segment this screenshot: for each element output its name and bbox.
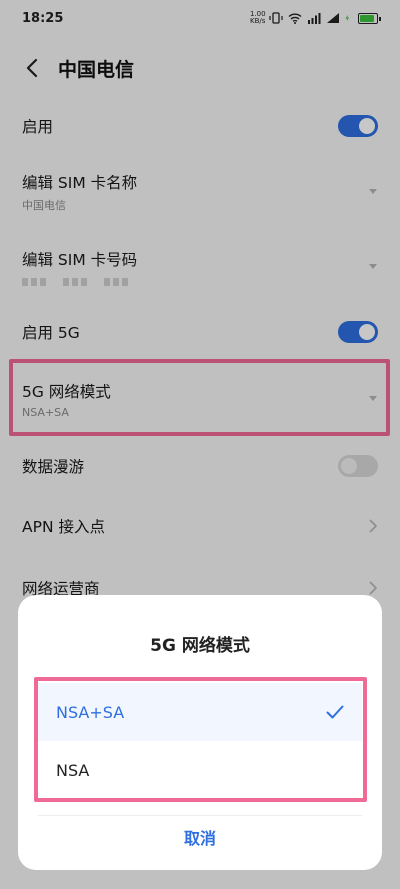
option-nsa[interactable]: NSA [38, 741, 362, 799]
check-icon [326, 705, 344, 719]
option-label: NSA+SA [56, 702, 125, 722]
cancel-button[interactable]: 取消 [18, 817, 382, 857]
divider [38, 815, 362, 816]
dialog-title: 5G 网络模式 [150, 636, 250, 656]
option-nsa-sa[interactable]: NSA+SA [38, 683, 362, 741]
network-mode-dialog: 5G 网络模式 NSA+SA NSA 取消 [18, 595, 382, 870]
option-label: NSA [56, 760, 90, 780]
